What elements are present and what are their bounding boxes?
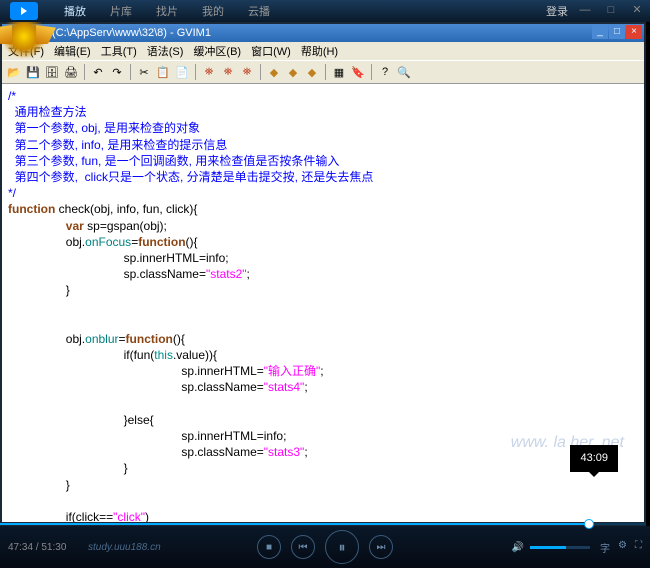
volume-icon[interactable]: 🔊: [512, 542, 524, 553]
study-url: study.uuu188.cn: [88, 542, 161, 553]
player-titlebar: 播放 片库 找片 我的 云播 登录 — □ ✕: [0, 0, 650, 22]
help-icon[interactable]: ?: [377, 64, 393, 80]
code-editor[interactable]: /* 通用检查方法 第一个参数, obj, 是用来检查的对象 第二个参数, in…: [2, 84, 644, 524]
saveall-icon[interactable]: 🗄: [44, 64, 60, 80]
tab-library[interactable]: 片库: [110, 3, 132, 19]
paste-icon[interactable]: 📄: [174, 64, 190, 80]
tool-icon[interactable]: ◆: [304, 64, 320, 80]
tab-mine[interactable]: 我的: [202, 3, 224, 19]
close-icon[interactable]: ✕: [628, 4, 646, 18]
next-button[interactable]: ⏭: [369, 535, 393, 559]
tab-cloud[interactable]: 云播: [248, 3, 270, 19]
play-icon[interactable]: [10, 2, 38, 20]
toolbar: 📂 💾 🗄 🖨 ↶ ↷ ✂ 📋 📄 ⛯ ⛯ ⛯ ◆ ◆ ◆ ▦ 🔖 ? 🔍: [2, 60, 644, 84]
search-icon[interactable]: 🔍: [396, 64, 412, 80]
app-logo-icon: [0, 22, 48, 58]
settings-icon[interactable]: ⚙: [618, 540, 627, 555]
time-display: 47:34 / 51:30: [8, 542, 78, 553]
tool-icon[interactable]: ◆: [285, 64, 301, 80]
undo-icon[interactable]: ↶: [90, 64, 106, 80]
tool-icon[interactable]: ▦: [331, 64, 347, 80]
login-link[interactable]: 登录: [546, 3, 568, 19]
seek-tooltip: 43:09: [570, 445, 618, 472]
fullscreen-icon[interactable]: ⛶: [635, 540, 642, 555]
menu-help[interactable]: 帮助(H): [297, 42, 342, 60]
menu-syntax[interactable]: 语法(S): [143, 42, 188, 60]
cut-icon[interactable]: ✂: [136, 64, 152, 80]
tool-icon[interactable]: ◆: [266, 64, 282, 80]
copy-icon[interactable]: 📋: [155, 64, 171, 80]
top-tabs: 播放 片库 找片 我的 云播: [64, 3, 546, 19]
editor-minimize-icon[interactable]: _: [592, 25, 608, 39]
menu-window[interactable]: 窗口(W): [247, 42, 295, 60]
tab-find[interactable]: 找片: [156, 3, 178, 19]
redo-icon[interactable]: ↷: [109, 64, 125, 80]
maximize-icon[interactable]: □: [602, 4, 620, 18]
print-icon[interactable]: 🖨: [63, 64, 79, 80]
editor-titlebar: (C:\AppServ\www\32\8) - GVIM1 _ □ ×: [2, 24, 644, 42]
tool-icon[interactable]: ⛯: [239, 64, 255, 80]
player-controls: 47:34 / 51:30 study.uuu188.cn ■ ⏮ ⏸ ⏭ 🔊 …: [0, 526, 650, 568]
prev-button[interactable]: ⏮: [291, 535, 315, 559]
menu-bar: 文件(F) 编辑(E) 工具(T) 语法(S) 缓冲区(B) 窗口(W) 帮助(…: [2, 42, 644, 60]
open-icon[interactable]: 📂: [6, 64, 22, 80]
editor-maximize-icon[interactable]: □: [609, 25, 625, 39]
editor-window: (C:\AppServ\www\32\8) - GVIM1 _ □ × 文件(F…: [0, 22, 646, 526]
minimize-icon[interactable]: —: [576, 4, 594, 18]
menu-tools[interactable]: 工具(T): [97, 42, 141, 60]
save-icon[interactable]: 💾: [25, 64, 41, 80]
progress-bar[interactable]: [0, 522, 646, 526]
subtitle-button[interactable]: 字: [600, 540, 610, 555]
menu-edit[interactable]: 编辑(E): [50, 42, 95, 60]
menu-buffer[interactable]: 缓冲区(B): [189, 42, 245, 60]
stop-button[interactable]: ■: [257, 535, 281, 559]
tool-icon[interactable]: ⛯: [201, 64, 217, 80]
tool-icon[interactable]: 🔖: [350, 64, 366, 80]
tab-play[interactable]: 播放: [64, 3, 86, 19]
editor-title: (C:\AppServ\www\32\8) - GVIM1: [52, 27, 211, 39]
tool-icon[interactable]: ⛯: [220, 64, 236, 80]
pause-button[interactable]: ⏸: [325, 530, 359, 564]
volume-control[interactable]: 🔊: [512, 542, 590, 553]
editor-close-icon[interactable]: ×: [626, 25, 642, 39]
